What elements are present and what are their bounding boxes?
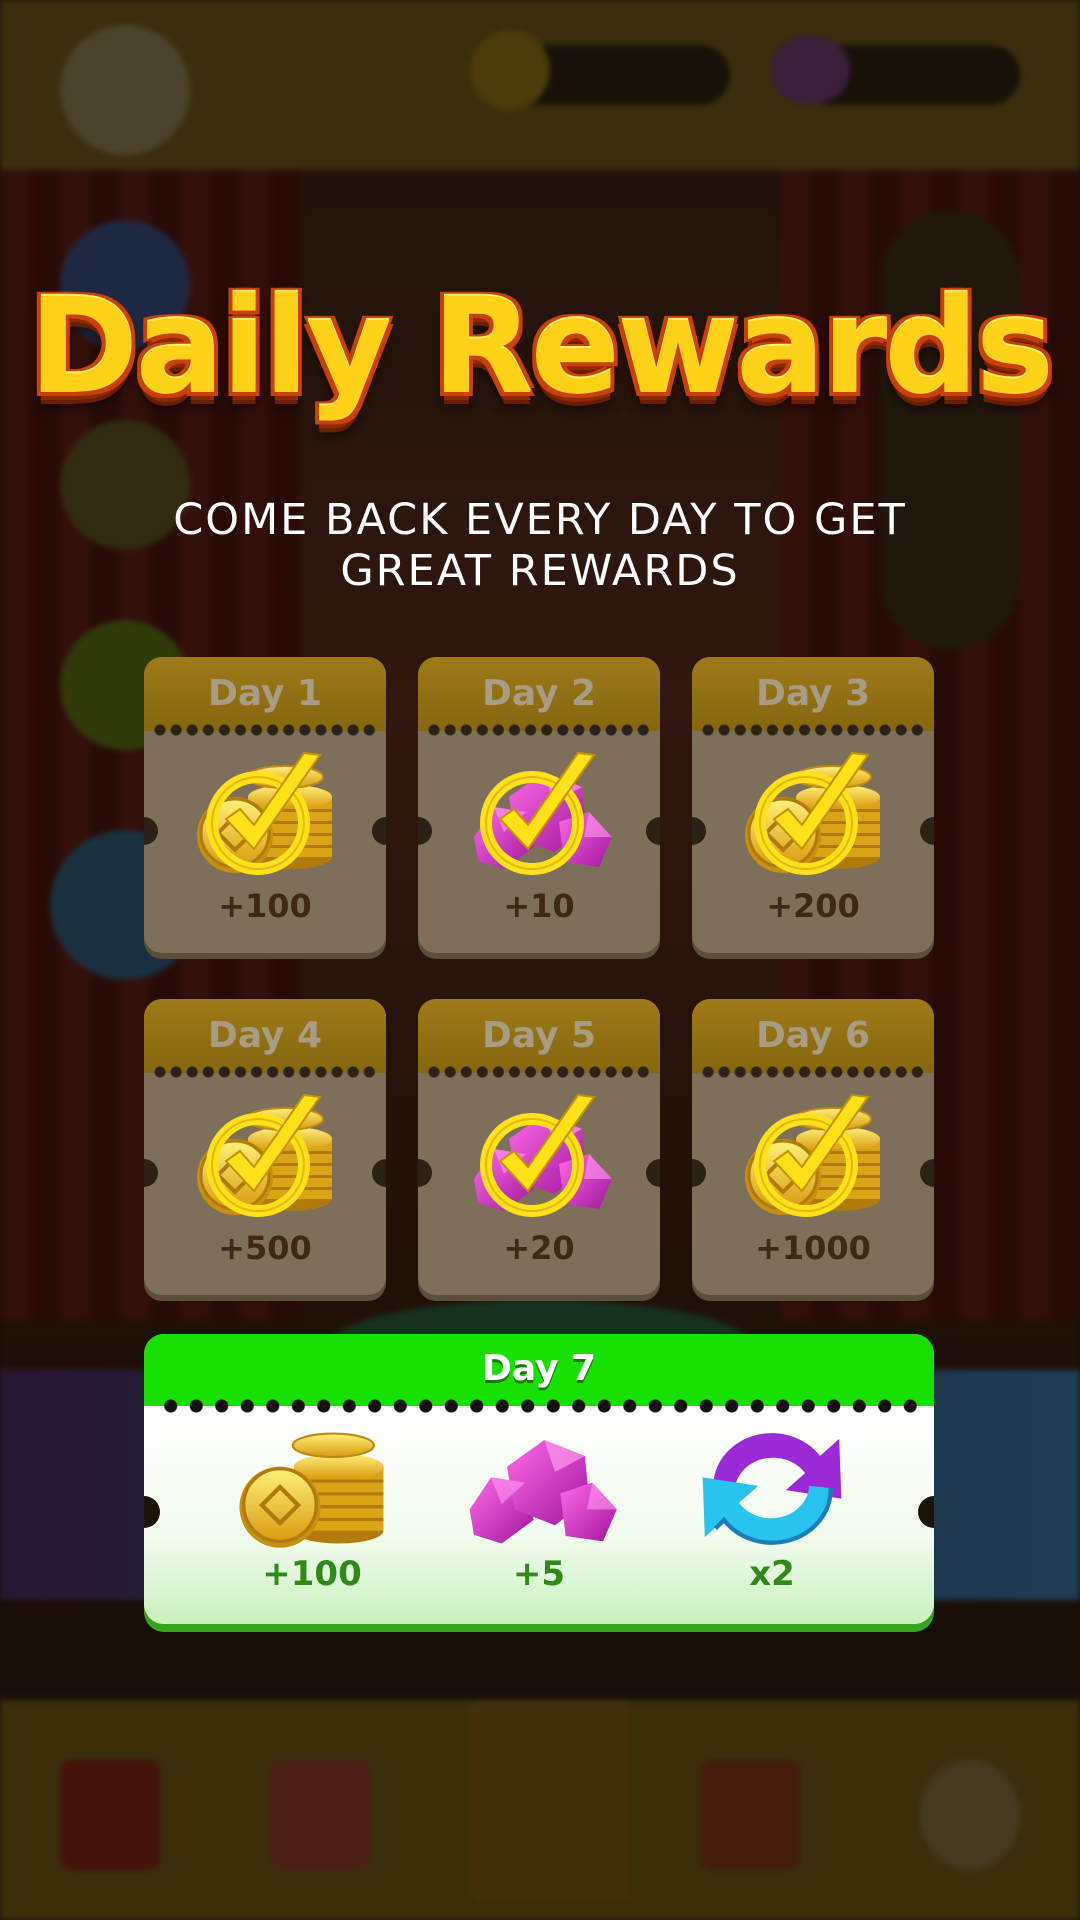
claimed-check-icon (470, 1087, 610, 1227)
claimed-check-icon (744, 1087, 884, 1227)
reward-amount: +20 (503, 1229, 575, 1267)
perforation-line (158, 1398, 924, 1414)
day-label: Day 5 (481, 1015, 597, 1056)
ticket-notch (646, 1159, 660, 1187)
ticket-notch (646, 817, 660, 845)
perforation-line (152, 1065, 378, 1079)
day7-reward-refresh: x2 (672, 1424, 872, 1604)
day-label: Day 1 (207, 673, 323, 714)
day7-reward-gems: +5 (439, 1424, 639, 1604)
reward-amount: +100 (262, 1554, 362, 1594)
popup-title: Daily Rewards (28, 270, 1054, 424)
ticket-notch (418, 1159, 432, 1187)
day-label: Day 4 (207, 1015, 323, 1056)
ticket-notch (418, 817, 432, 845)
claimed-check-icon (470, 745, 610, 885)
day-card-1[interactable]: Day 1 +100 (144, 657, 386, 953)
ticket-notch (144, 817, 158, 845)
ticket-notch (920, 817, 934, 845)
day-card-3[interactable]: Day 3 +200 (692, 657, 934, 953)
perforation-line (426, 723, 652, 737)
reward-amount: +1000 (755, 1229, 871, 1267)
reward-amount: +200 (766, 887, 860, 925)
ticket-notch (144, 1159, 158, 1187)
reward-amount: x2 (749, 1554, 795, 1594)
day-label: Day 2 (481, 673, 597, 714)
ticket-notch (372, 817, 386, 845)
coin-stack-icon (232, 1424, 392, 1552)
day-card-7[interactable]: Day 7 +100 +5 x2 (144, 1334, 934, 1624)
day-label: Day 6 (755, 1015, 871, 1056)
perforation-line (700, 723, 926, 737)
reward-amount: +5 (512, 1554, 566, 1594)
ticket-notch (920, 1159, 934, 1187)
perforation-line (152, 723, 378, 737)
claimed-check-icon (196, 1087, 336, 1227)
claimed-check-icon (196, 745, 336, 885)
ticket-notch (372, 1159, 386, 1187)
refresh-arrows-icon (692, 1424, 852, 1552)
claimed-check-icon (744, 745, 884, 885)
ticket-notch (692, 1159, 706, 1187)
day-card-2[interactable]: Day 2 +10 (418, 657, 660, 953)
reward-amount: +10 (503, 887, 575, 925)
reward-amount: +100 (218, 887, 312, 925)
reward-amount: +500 (218, 1229, 312, 1267)
day7-reward-coins: +100 (212, 1424, 412, 1604)
gem-cluster-icon (459, 1424, 619, 1552)
day-label: Day 3 (755, 673, 871, 714)
popup-subtitle: COME BACK EVERY DAY TO GET GREAT REWARDS (173, 495, 907, 596)
day-card-4[interactable]: Day 4 +500 (144, 999, 386, 1295)
day-card-6[interactable]: Day 6 +1000 (692, 999, 934, 1295)
day-card-5[interactable]: Day 5 +20 (418, 999, 660, 1295)
day7-label: Day 7 (481, 1348, 597, 1389)
perforation-line (426, 1065, 652, 1079)
ticket-notch (692, 817, 706, 845)
perforation-line (700, 1065, 926, 1079)
